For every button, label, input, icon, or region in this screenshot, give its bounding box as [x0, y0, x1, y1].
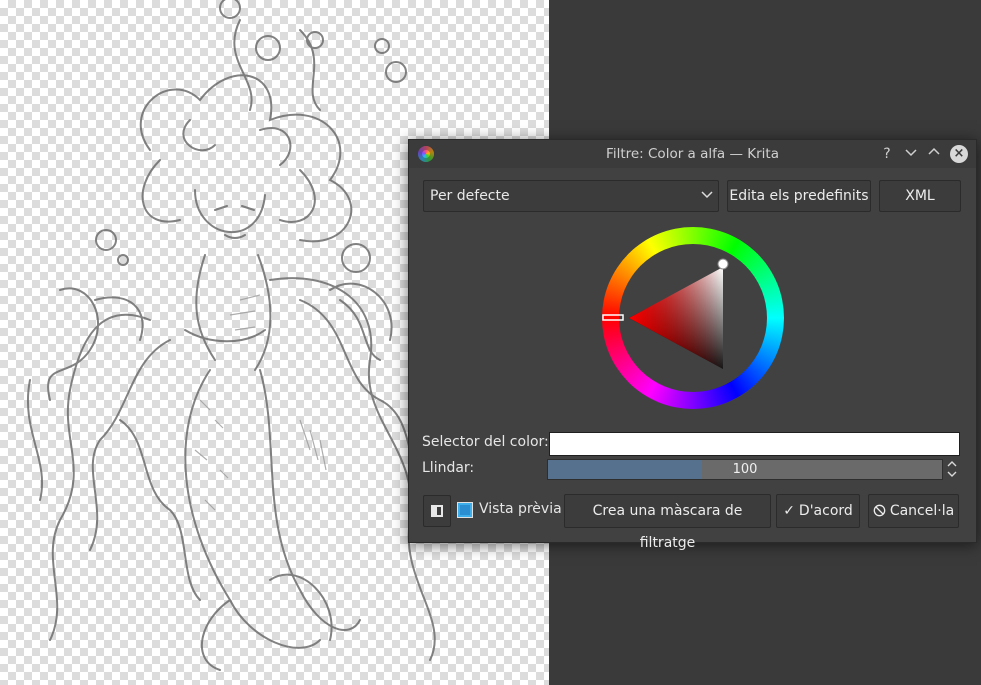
threshold-slider[interactable]: 100 — [547, 459, 943, 480]
close-button[interactable]: × — [950, 145, 968, 163]
cancel-button[interactable]: Cancel·la — [868, 494, 959, 528]
chevron-up-icon — [928, 147, 940, 155]
chevron-down-icon — [701, 191, 713, 199]
preset-selected-value: Per defecte — [430, 188, 510, 204]
edit-presets-button[interactable]: Edita els predefinits — [727, 180, 871, 212]
preview-check-mark — [460, 505, 470, 515]
color-selector-swatch[interactable] — [549, 432, 960, 456]
split-view-icon — [431, 505, 443, 517]
hue-handle — [602, 314, 624, 321]
xml-button[interactable]: XML — [879, 180, 961, 212]
cancel-icon — [873, 504, 886, 517]
preset-dropdown[interactable]: Per defecte — [423, 180, 719, 212]
color-picker-handle — [717, 258, 729, 270]
threshold-value: 100 — [732, 462, 758, 477]
color-wheel[interactable] — [602, 227, 784, 409]
cancel-button-label: Cancel·la — [889, 503, 955, 519]
maximize-button[interactable] — [924, 144, 944, 164]
preview-label: Vista prèvia — [479, 501, 562, 517]
color-to-alpha-dialog: Filtre: Color a alfa — Krita ? × Per def… — [408, 139, 977, 551]
check-icon: ✓ — [783, 503, 795, 519]
ok-button-label: D'acord — [798, 503, 853, 519]
dialog-titlebar[interactable]: Filtre: Color a alfa — Krita ? × — [409, 140, 976, 168]
threshold-label: Llindar: — [422, 460, 475, 476]
split-preview-button[interactable] — [423, 495, 451, 527]
minimize-button[interactable] — [901, 144, 921, 164]
help-button[interactable]: ? — [877, 144, 897, 164]
spin-arrows-icon — [947, 461, 957, 477]
threshold-spin-buttons[interactable] — [945, 459, 959, 480]
color-selector-label: Selector del color: — [422, 434, 549, 450]
ok-button[interactable]: ✓ D'acord — [776, 494, 860, 528]
create-filter-mask-button[interactable]: Crea una màscara de filtratge — [564, 494, 771, 551]
saturation-value-triangle[interactable] — [602, 227, 784, 409]
preview-checkbox[interactable] — [457, 502, 473, 518]
chevron-down-icon — [905, 149, 917, 157]
